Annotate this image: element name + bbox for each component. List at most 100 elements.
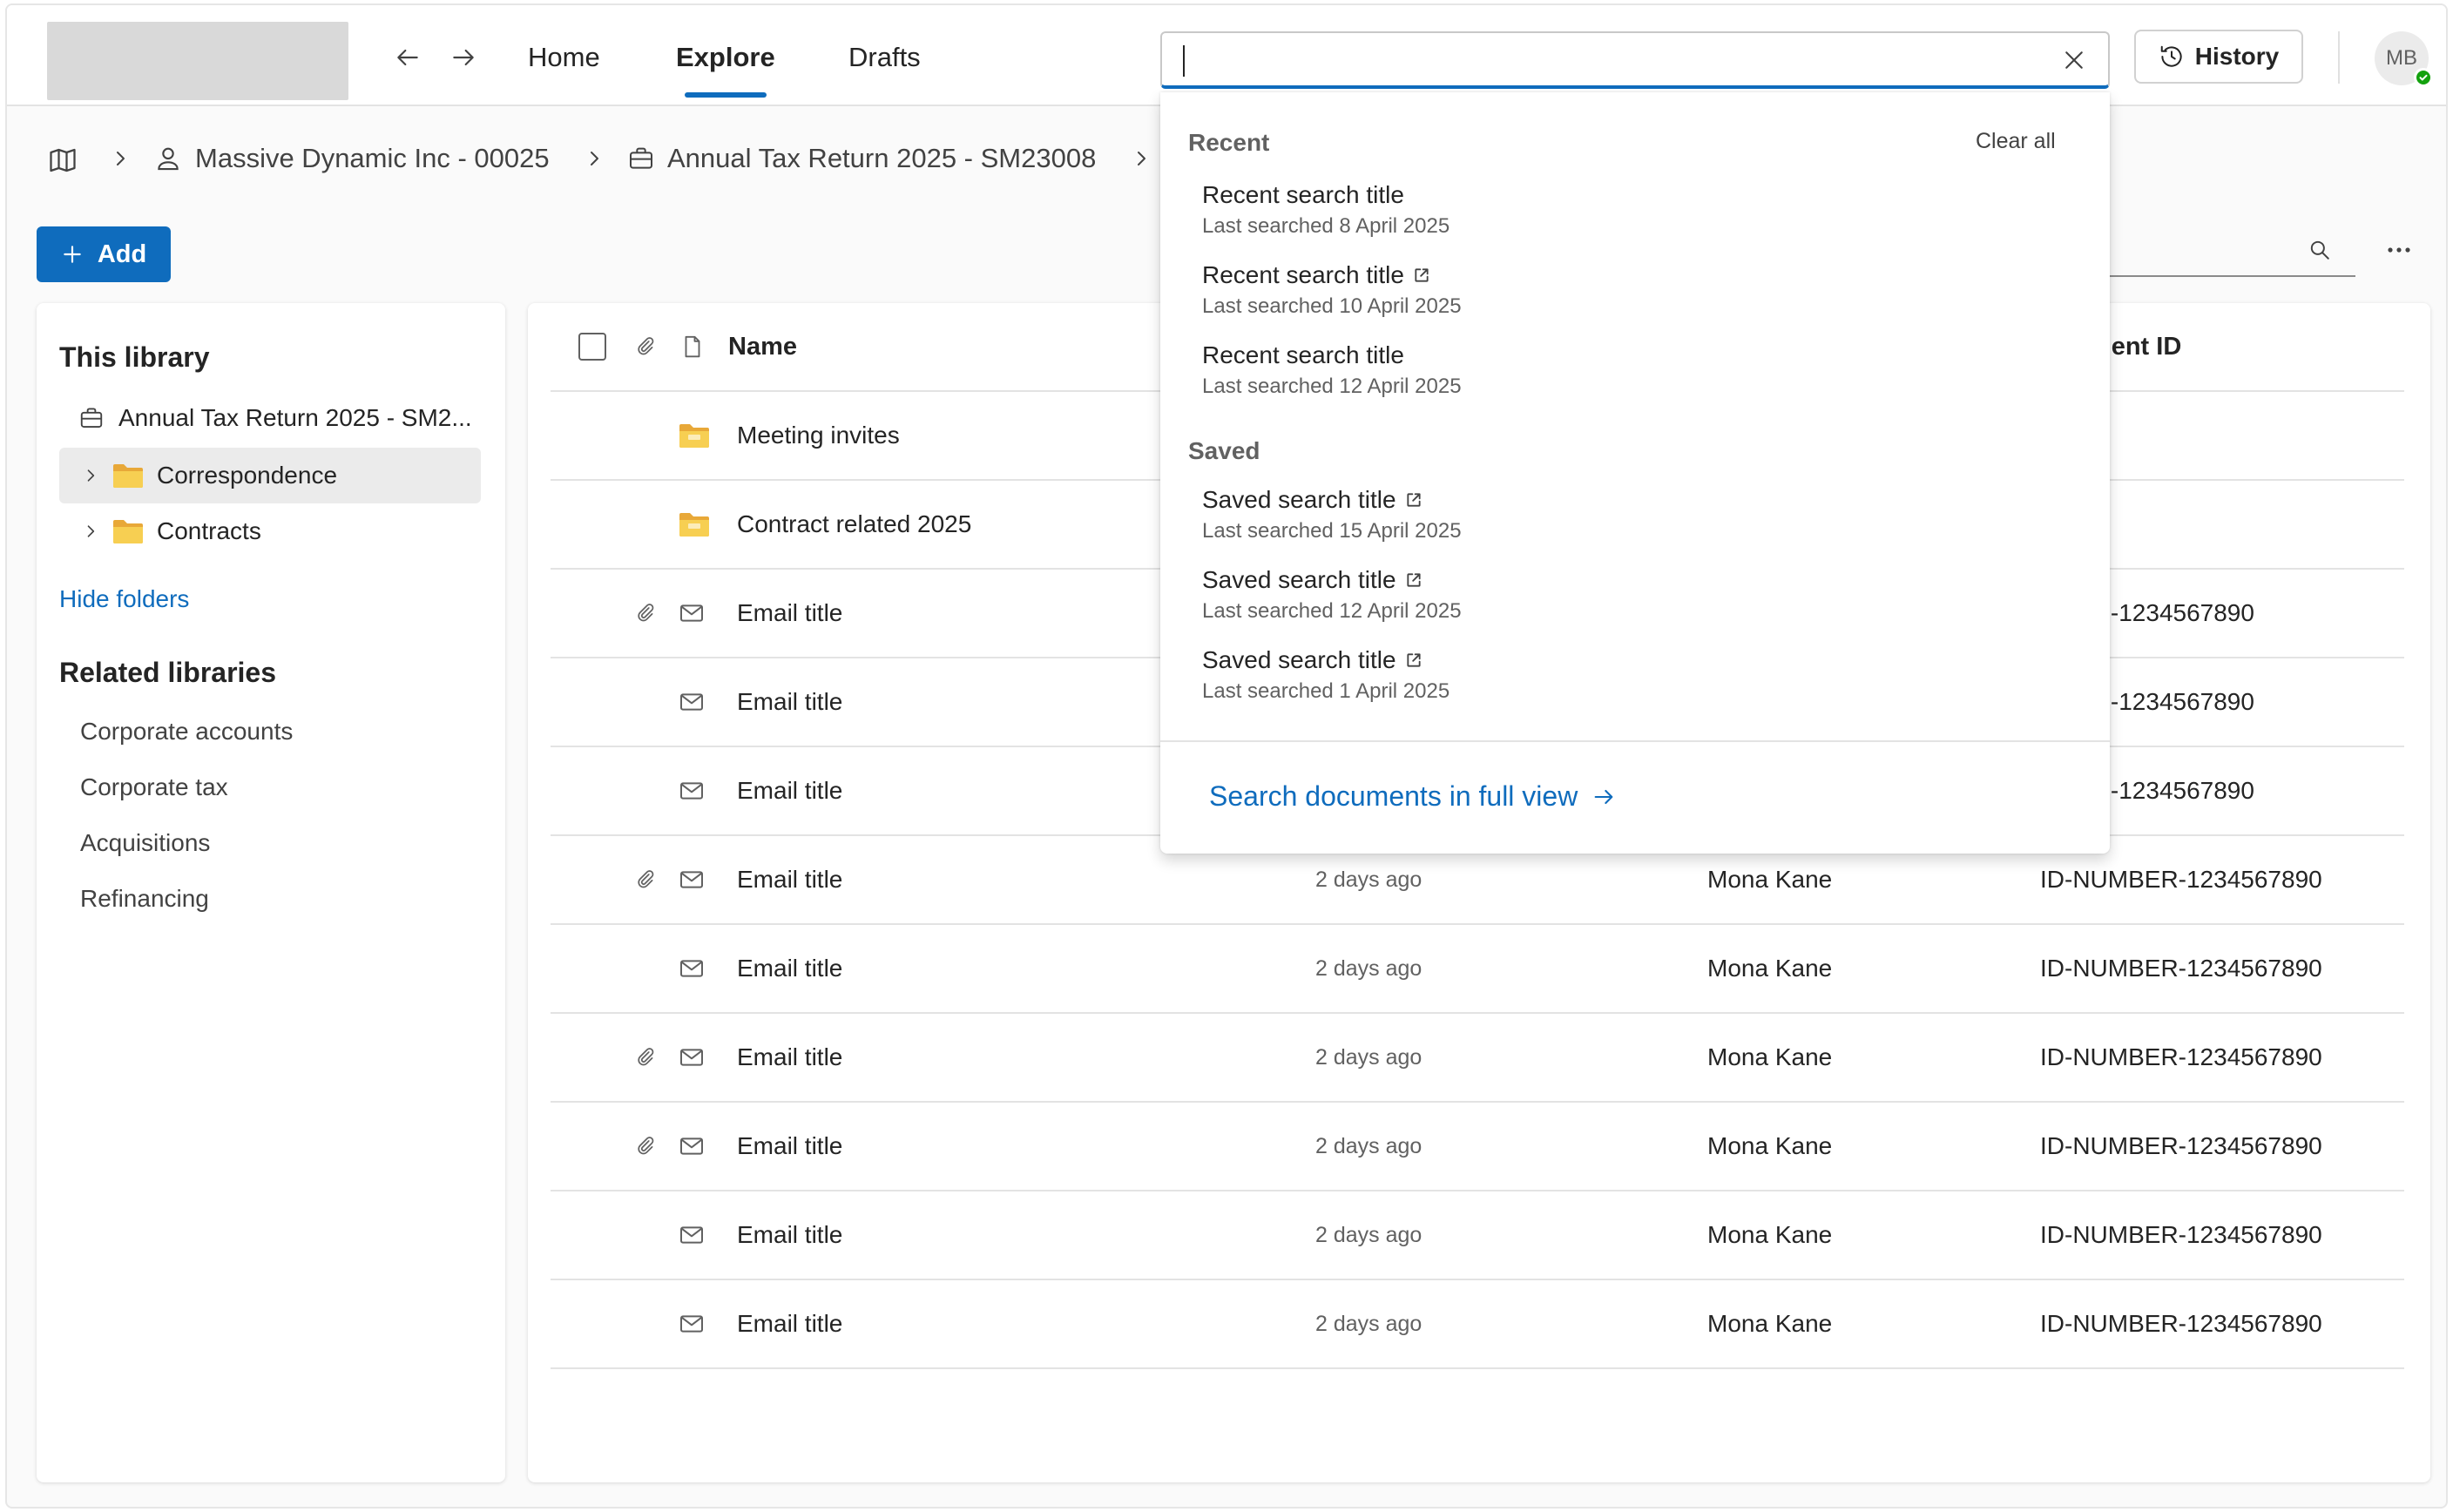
mail-icon bbox=[678, 570, 706, 657]
row-name[interactable]: Email title bbox=[737, 1103, 842, 1190]
row-name[interactable]: Email title bbox=[737, 925, 842, 1012]
library-sidebar: This library Annual Tax Return 2025 - SM… bbox=[37, 303, 505, 1482]
row-name[interactable]: Meeting invites bbox=[737, 392, 900, 479]
mail-icon bbox=[678, 747, 706, 834]
briefcase-icon bbox=[78, 405, 105, 431]
row-name[interactable]: Email title bbox=[737, 1191, 842, 1279]
history-button[interactable]: History bbox=[2134, 30, 2303, 84]
tab-home[interactable]: Home bbox=[528, 42, 600, 99]
row-document-id: ID-NUMBER-1234567890 bbox=[2040, 1221, 2322, 1248]
text-cursor bbox=[1183, 45, 1185, 77]
row-author: Mona Kane bbox=[1707, 955, 1833, 982]
map-icon[interactable] bbox=[47, 145, 78, 176]
row-document-id: ID-NUMBER-1234567890 bbox=[2040, 1043, 2322, 1070]
open-external-icon[interactable] bbox=[1405, 491, 1422, 509]
row-modified: 2 days ago bbox=[1315, 955, 1422, 981]
clear-all-button[interactable]: Clear all bbox=[1976, 129, 2056, 154]
open-external-icon[interactable] bbox=[1405, 571, 1422, 589]
plus-icon bbox=[61, 243, 84, 266]
mail-icon bbox=[678, 1103, 706, 1190]
row-author: Mona Kane bbox=[1707, 1221, 1833, 1248]
open-external-icon[interactable] bbox=[1405, 651, 1422, 669]
presence-available-icon bbox=[2414, 68, 2433, 87]
row-modified: 2 days ago bbox=[1315, 1133, 1422, 1158]
row-name[interactable]: Email title bbox=[737, 747, 842, 834]
row-name[interactable]: Email title bbox=[737, 836, 842, 923]
attachment-icon bbox=[634, 570, 657, 657]
breadcrumb-matter[interactable]: Annual Tax Return 2025 - SM23008 bbox=[627, 143, 1096, 174]
table-row[interactable]: Email title 2 days ago Mona Kane ID-NUMBER-… bbox=[551, 925, 2404, 1014]
chevron-right-icon[interactable] bbox=[82, 467, 99, 484]
open-external-icon[interactable] bbox=[1413, 267, 1430, 284]
sidebar-item-correspondence[interactable]: Correspondence bbox=[59, 448, 481, 503]
app-window: Home Explore Drafts History MB Massive D… bbox=[5, 3, 2448, 1509]
chevron-right-icon bbox=[110, 148, 131, 169]
history-label: History bbox=[2194, 43, 2280, 70]
breadcrumb-client[interactable]: Massive Dynamic Inc - 00025 bbox=[153, 143, 550, 174]
more-icon[interactable] bbox=[2383, 237, 2415, 263]
row-name[interactable]: Contract related 2025 bbox=[737, 481, 971, 568]
chevron-right-icon bbox=[584, 148, 605, 169]
attachment-icon bbox=[634, 1103, 657, 1190]
related-library-item[interactable]: Corporate tax bbox=[80, 773, 228, 801]
row-author: Mona Kane bbox=[1707, 1310, 1833, 1337]
recent-search-item[interactable]: Recent search title Last searched 12 Apr… bbox=[1160, 341, 2110, 420]
search-icon[interactable] bbox=[2308, 239, 2331, 261]
add-button[interactable]: Add bbox=[37, 226, 171, 282]
tab-explore[interactable]: Explore bbox=[676, 42, 775, 99]
folder-icon bbox=[112, 517, 145, 545]
dropdown-divider bbox=[1160, 740, 2110, 742]
search-input[interactable] bbox=[1160, 31, 2110, 89]
mail-icon bbox=[678, 925, 706, 1012]
table-row[interactable]: Email title 2 days ago Mona Kane ID-NUMBER-… bbox=[551, 1014, 2404, 1103]
row-document-id: ID-NUMBER-1234567890 bbox=[2040, 1132, 2322, 1159]
table-row[interactable]: Email title 2 days ago Mona Kane ID-NUMBER-… bbox=[551, 1191, 2404, 1280]
sidebar-item-contracts[interactable]: Contracts bbox=[59, 503, 481, 559]
attachment-icon bbox=[634, 303, 657, 390]
chevron-right-icon[interactable] bbox=[82, 523, 99, 540]
mail-icon bbox=[678, 658, 706, 746]
table-row[interactable]: Email title 2 days ago Mona Kane ID-NUMBER-… bbox=[551, 1103, 2404, 1191]
recent-heading: Recent bbox=[1188, 129, 1270, 156]
saved-search-item[interactable]: Saved search title Last searched 15 Apri… bbox=[1160, 486, 2110, 564]
forward-arrow-icon[interactable] bbox=[449, 44, 477, 71]
tab-drafts[interactable]: Drafts bbox=[848, 42, 921, 99]
row-modified: 2 days ago bbox=[1315, 1222, 1422, 1247]
table-row[interactable]: Email title 2 days ago Mona Kane ID-NUMBER-… bbox=[551, 1280, 2404, 1369]
related-libraries-heading: Related libraries bbox=[59, 657, 276, 688]
attachment-icon bbox=[634, 836, 657, 923]
close-icon[interactable] bbox=[2061, 47, 2087, 73]
this-library-heading: This library bbox=[59, 341, 210, 373]
related-library-item[interactable]: Acquisitions bbox=[80, 829, 210, 857]
filter-input-underline[interactable] bbox=[2080, 275, 2355, 277]
person-icon bbox=[153, 144, 183, 173]
search-full-view-link[interactable]: Search documents in full view bbox=[1209, 780, 1616, 813]
hide-folders-link[interactable]: Hide folders bbox=[59, 585, 189, 613]
search-suggestions-dropdown: Recent Clear all Recent search title Las… bbox=[1160, 92, 2110, 854]
select-all-checkbox[interactable] bbox=[578, 303, 606, 390]
attachment-icon bbox=[634, 1014, 657, 1101]
sidebar-item-root[interactable]: Annual Tax Return 2025 - SM2... bbox=[59, 390, 481, 446]
folder-icon bbox=[678, 392, 711, 479]
row-name[interactable]: Email title bbox=[737, 658, 842, 746]
row-modified: 2 days ago bbox=[1315, 1311, 1422, 1336]
related-library-item[interactable]: Refinancing bbox=[80, 885, 209, 913]
back-arrow-icon[interactable] bbox=[394, 44, 422, 71]
recent-search-item[interactable]: Recent search title Last searched 8 Apri… bbox=[1160, 181, 2110, 260]
saved-search-item[interactable]: Saved search title Last searched 1 April… bbox=[1160, 646, 2110, 725]
related-library-item[interactable]: Corporate accounts bbox=[80, 718, 293, 746]
row-author: Mona Kane bbox=[1707, 1043, 1833, 1070]
row-document-id: ID-NUMBER-1234567890 bbox=[2040, 1310, 2322, 1337]
folder-icon bbox=[678, 481, 711, 568]
saved-search-item[interactable]: Saved search title Last searched 12 Apri… bbox=[1160, 566, 2110, 645]
recent-search-item[interactable]: Recent search title Last searched 10 Apr… bbox=[1160, 261, 2110, 340]
row-name[interactable]: Email title bbox=[737, 570, 842, 657]
chevron-right-icon bbox=[1131, 148, 1152, 169]
mail-icon bbox=[678, 836, 706, 923]
row-name[interactable]: Email title bbox=[737, 1280, 842, 1367]
row-document-id: ID-NUMBER-1234567890 bbox=[2040, 955, 2322, 982]
briefcase-icon bbox=[627, 145, 655, 172]
mail-icon bbox=[678, 1191, 706, 1279]
row-name[interactable]: Email title bbox=[737, 1014, 842, 1101]
column-header-name[interactable]: Name bbox=[728, 303, 797, 390]
